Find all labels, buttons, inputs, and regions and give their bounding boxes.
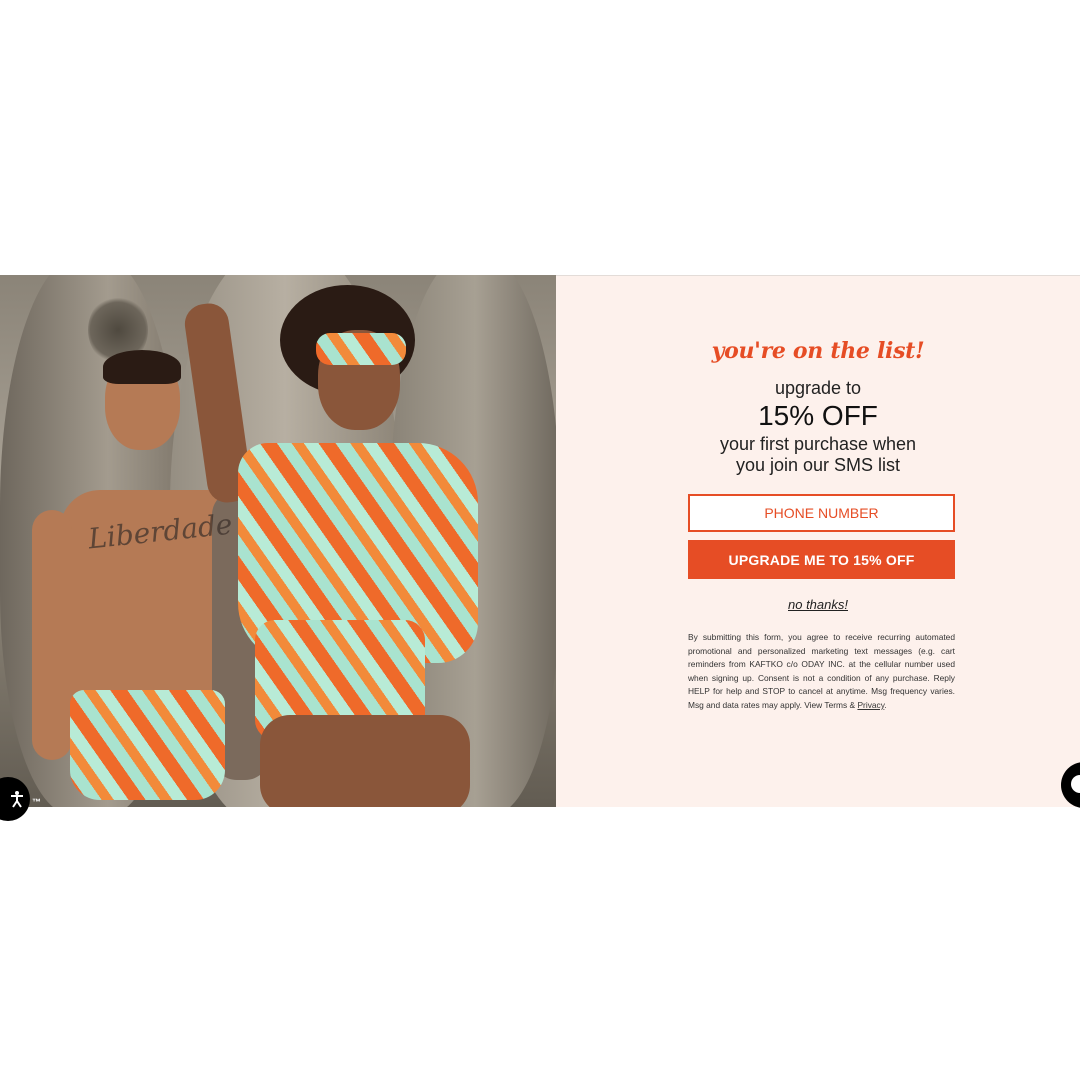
subcopy-line-2: you join our SMS list <box>735 455 901 475</box>
discount-text: 15% OFF <box>758 400 878 431</box>
legal-text: By submitting this form, you agree to re… <box>688 632 955 710</box>
signup-form-panel: you're on the list! upgrade to 15% OFF y… <box>556 275 1080 807</box>
phone-number-input[interactable] <box>688 494 955 532</box>
no-thanks-link[interactable]: no thanks! <box>556 597 1080 612</box>
man-hair <box>103 350 181 384</box>
woman-headband <box>316 333 406 365</box>
legal-amp: & <box>847 699 858 710</box>
hero-photo: Liberdade <box>0 275 556 807</box>
woman-legs <box>260 715 470 807</box>
man-swim-shorts <box>70 690 225 800</box>
legal-disclaimer: By submitting this form, you agree to re… <box>688 631 955 713</box>
subcopy-line-1: your first purchase when <box>719 434 917 454</box>
accessibility-figure-icon <box>11 791 23 808</box>
privacy-link[interactable]: Privacy <box>857 700 884 710</box>
trademark-text: ™ <box>32 797 41 807</box>
terms-label[interactable]: Terms <box>824 700 847 710</box>
upgrade-to-text: upgrade to <box>774 378 862 398</box>
sms-signup-popup: Liberdade you're on the list! upgrade to… <box>0 275 1080 807</box>
headline: you're on the list! <box>711 338 925 364</box>
legal-period: . <box>884 699 887 710</box>
man-left-arm <box>32 510 72 760</box>
subcopy: your first purchase when you join our SM… <box>556 434 1080 476</box>
upgrade-button[interactable]: UPGRADE ME TO 15% OFF <box>688 540 955 579</box>
